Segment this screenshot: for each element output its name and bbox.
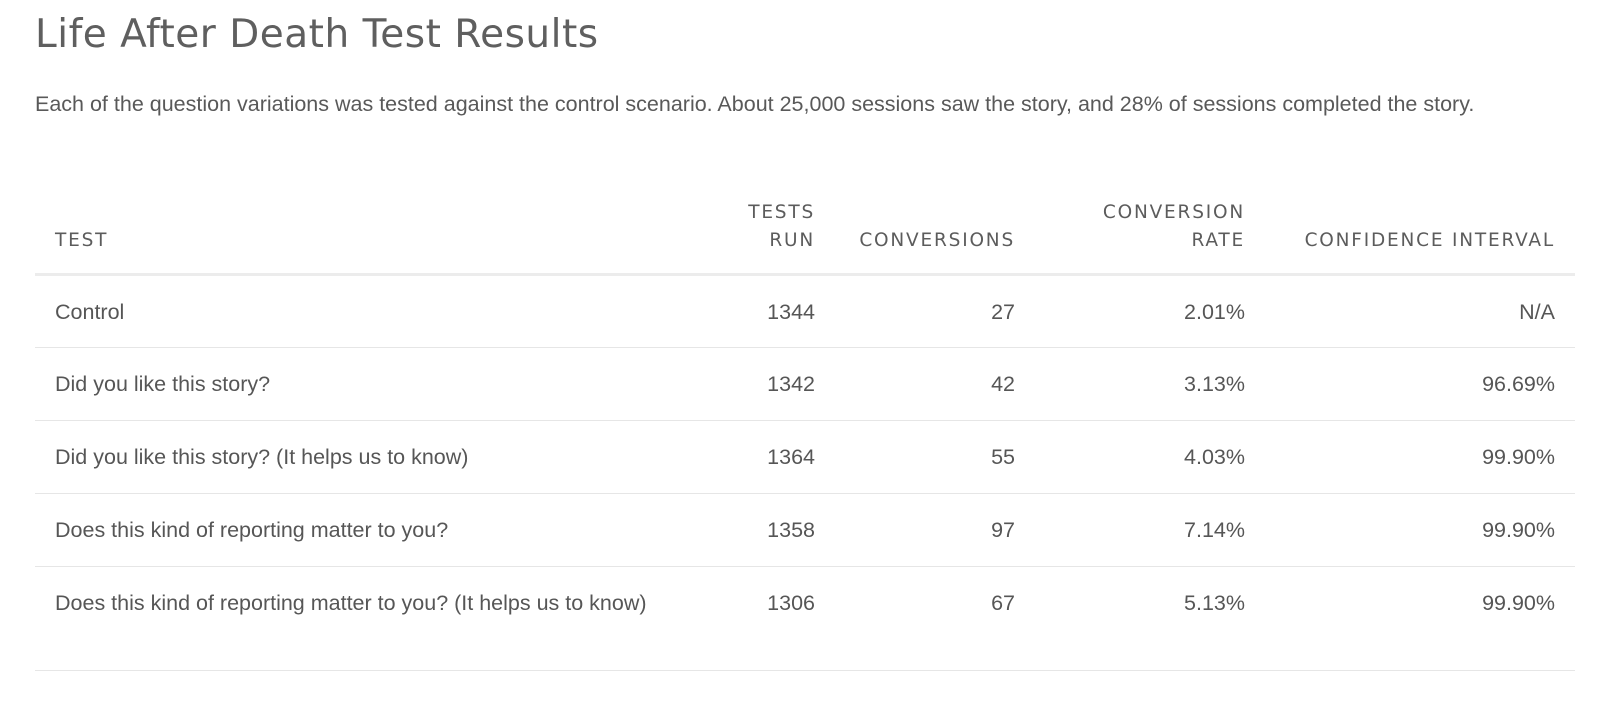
cell-conversion-rate: 7.14% [1035, 493, 1265, 567]
header-conversions: CONVERSIONS [835, 192, 1035, 276]
cell-conversions: 27 [835, 274, 1035, 348]
header-conversion-rate: CONVERSION RATE [1035, 192, 1265, 276]
results-table: TEST TESTS RUN CONVERSIONS CONVERSION RA… [35, 192, 1575, 671]
cell-confidence-interval: N/A [1265, 274, 1575, 348]
table-row: Did you like this story? (It helps us to… [35, 420, 1575, 494]
page-title: Life After Death Test Results [35, 12, 599, 57]
table-row: Does this kind of reporting matter to yo… [35, 493, 1575, 567]
cell-conversion-rate: 5.13% [1035, 566, 1265, 671]
cell-conversions: 97 [835, 493, 1035, 567]
cell-tests-run: 1358 [685, 493, 835, 567]
table-row: Does this kind of reporting matter to yo… [35, 566, 1575, 671]
header-test: TEST [35, 192, 685, 276]
cell-conversion-rate: 4.03% [1035, 420, 1265, 494]
cell-test: Does this kind of reporting matter to yo… [35, 566, 685, 671]
cell-conversions: 55 [835, 420, 1035, 494]
table-body: Control 1344 27 2.01% N/A Did you like t… [35, 274, 1575, 671]
cell-tests-run: 1364 [685, 420, 835, 494]
table-row: Control 1344 27 2.01% N/A [35, 274, 1575, 348]
cell-tests-run: 1344 [685, 274, 835, 348]
cell-conversion-rate: 2.01% [1035, 274, 1265, 348]
cell-confidence-interval: 96.69% [1265, 347, 1575, 421]
header-row: TEST TESTS RUN CONVERSIONS CONVERSION RA… [35, 192, 1575, 276]
cell-confidence-interval: 99.90% [1265, 566, 1575, 671]
cell-test: Did you like this story? [35, 347, 685, 421]
cell-test: Did you like this story? (It helps us to… [35, 420, 685, 494]
cell-test: Does this kind of reporting matter to yo… [35, 493, 685, 567]
cell-confidence-interval: 99.90% [1265, 493, 1575, 567]
intro-paragraph: Each of the question variations was test… [35, 92, 1475, 116]
cell-conversions: 42 [835, 347, 1035, 421]
header-tests-run: TESTS RUN [685, 192, 835, 276]
cell-conversion-rate: 3.13% [1035, 347, 1265, 421]
cell-test: Control [35, 274, 685, 348]
header-confidence-interval: CONFIDENCE INTERVAL [1265, 192, 1575, 276]
table-header: TEST TESTS RUN CONVERSIONS CONVERSION RA… [35, 192, 1575, 276]
cell-tests-run: 1342 [685, 347, 835, 421]
cell-tests-run: 1306 [685, 566, 835, 671]
cell-conversions: 67 [835, 566, 1035, 671]
table-row: Did you like this story? 1342 42 3.13% 9… [35, 347, 1575, 421]
cell-confidence-interval: 99.90% [1265, 420, 1575, 494]
